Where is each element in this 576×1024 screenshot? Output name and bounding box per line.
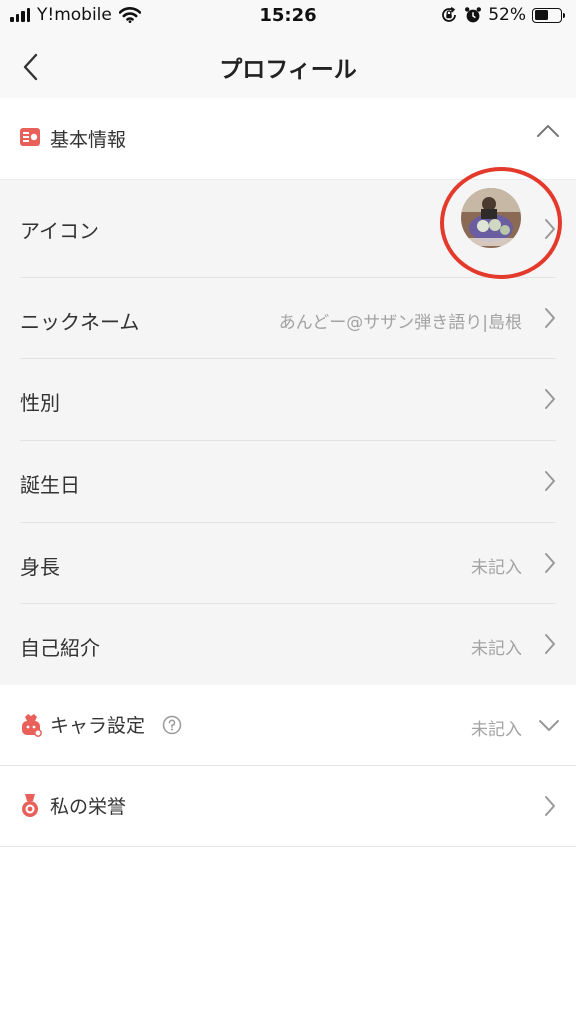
row-self-intro-value: 未記入 — [471, 639, 522, 659]
chevron-right-icon — [545, 389, 555, 409]
chevron-right-icon — [545, 308, 555, 328]
battery-percent: 52% — [488, 5, 526, 25]
avatar-image — [461, 188, 521, 248]
row-gender[interactable]: 性別 — [0, 359, 576, 440]
row-my-honor[interactable]: 私の栄誉 — [0, 766, 576, 847]
chevron-right-icon — [545, 634, 555, 654]
status-right: 52% — [440, 5, 565, 25]
row-height-label: 身長 — [20, 555, 60, 579]
row-self-intro-label: 自己紹介 — [20, 636, 100, 660]
alarm-icon — [465, 7, 482, 23]
battery-icon — [532, 7, 565, 23]
medal-icon — [22, 794, 38, 817]
row-nickname-value: あんどー@サザン弾き語り|島根 — [278, 313, 522, 333]
chevron-right-icon — [545, 471, 555, 491]
row-height-value: 未記入 — [471, 558, 522, 578]
basic-info-title: 基本情報 — [50, 129, 127, 151]
chevron-right-icon — [545, 553, 555, 573]
profile-card-icon — [20, 128, 40, 146]
row-birthday[interactable]: 誕生日 — [0, 441, 576, 522]
row-gender-label: 性別 — [20, 391, 60, 415]
row-height[interactable]: 身長 未記入 — [0, 523, 576, 604]
avatar-highlight — [438, 167, 566, 279]
row-honor-label: 私の栄誉 — [50, 796, 127, 818]
orientation-lock-icon — [442, 7, 457, 22]
row-nickname[interactable]: ニックネーム あんどー@サザン弾き語り|島根 — [0, 278, 576, 358]
collapse-chevron-up-icon[interactable] — [536, 124, 560, 138]
row-birthday-label: 誕生日 — [20, 473, 80, 497]
row-nickname-label: ニックネーム — [20, 310, 140, 334]
row-icon-label: アイコン — [20, 219, 99, 243]
avatar[interactable] — [461, 188, 521, 248]
expand-chevron-down-icon — [539, 720, 559, 731]
chevron-right-icon — [545, 796, 555, 816]
help-circle-icon[interactable] — [162, 715, 182, 735]
page-title: プロフィール — [219, 57, 357, 83]
navigation-bar: プロフィール — [0, 36, 576, 98]
row-self-intro[interactable]: 自己紹介 未記入 — [0, 604, 576, 685]
chara-icon — [22, 714, 42, 737]
row-chara-value: 未記入 — [471, 720, 522, 740]
status-bar: Y!mobile 15:26 52% — [0, 0, 576, 36]
row-chara-label: キャラ設定 — [50, 715, 146, 737]
row-chara-settings[interactable]: キャラ設定 未記入 — [0, 685, 576, 766]
